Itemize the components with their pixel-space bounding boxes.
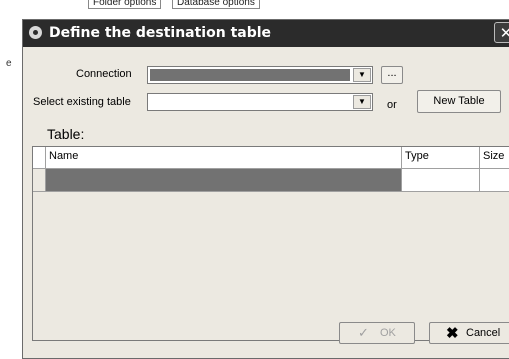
type-cell[interactable] (402, 169, 480, 192)
column-header-size[interactable]: Size (480, 147, 509, 169)
name-cell[interactable] (46, 169, 402, 192)
chevron-down-icon[interactable]: ▼ (353, 68, 371, 82)
existing-table-selected-value (150, 96, 350, 108)
connection-selected-value (150, 69, 350, 81)
connection-label: Connection (76, 68, 132, 80)
ok-button[interactable]: ✓ OK (339, 322, 415, 344)
chevron-down-icon[interactable]: ▼ (353, 95, 371, 109)
table-caption: Table: (47, 126, 85, 142)
background-tab-database-options: Database options (172, 0, 260, 9)
cancel-button[interactable]: ✖ Cancel (429, 322, 509, 344)
dialog-title-bar: Define the destination table ✕ (23, 20, 509, 47)
select-existing-table-label: Select existing table (33, 96, 131, 108)
row-indicator[interactable] (33, 169, 46, 192)
column-header-name[interactable]: Name (46, 147, 402, 169)
background-tab-folder-options: Folder options (88, 0, 162, 9)
size-cell[interactable] (480, 169, 509, 192)
define-destination-table-dialog: Define the destination table ✕ Connectio… (22, 19, 509, 359)
row-indicator-header (33, 147, 46, 169)
dialog-title: Define the destination table (49, 25, 272, 41)
checkmark-icon: ✓ (358, 325, 369, 340)
cancel-x-icon: ✖ (446, 325, 459, 342)
new-table-button[interactable]: New Table (417, 90, 501, 113)
table-grid[interactable]: Name Type Size (32, 146, 509, 341)
close-button[interactable]: ✕ (494, 22, 509, 43)
connection-combobox[interactable]: ▼ (147, 66, 373, 84)
existing-table-combobox[interactable]: ▼ (147, 93, 373, 111)
close-icon: ✕ (499, 24, 509, 42)
cancel-label: Cancel (466, 327, 501, 339)
background-fragment: e (6, 58, 12, 69)
column-header-type[interactable]: Type (402, 147, 480, 169)
or-label: or (387, 99, 397, 111)
ok-label: OK (380, 327, 396, 339)
gear-icon (29, 26, 42, 39)
connection-browse-button[interactable]: ... (381, 66, 403, 84)
